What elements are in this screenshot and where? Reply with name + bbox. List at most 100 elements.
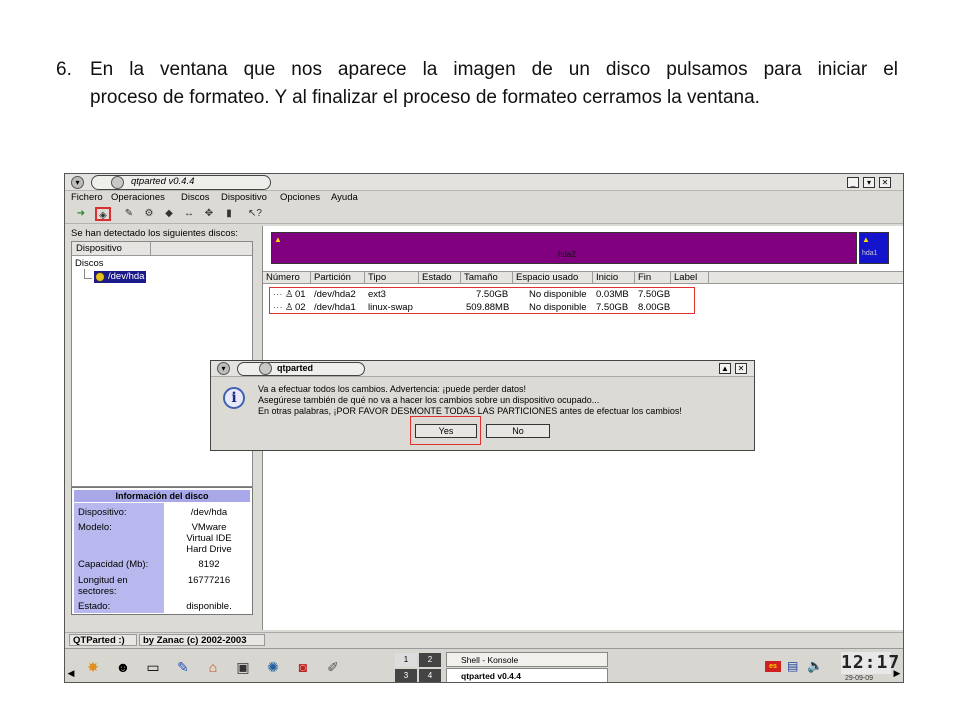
penguin-icon: ♙: [285, 289, 294, 300]
commit-icon[interactable]: ➜: [73, 207, 89, 221]
yes-button[interactable]: Yes: [415, 424, 477, 438]
instruction-text: 6. En la ventana que nos aparece la image…: [56, 56, 898, 112]
tree-header-separator: [150, 242, 151, 256]
tree-header-dispositivo[interactable]: Dispositivo: [76, 243, 122, 254]
info-value-longitud: 16777216: [187, 575, 231, 586]
pager-desktop-3[interactable]: 3: [395, 669, 417, 682]
pager-desktop-1[interactable]: 1: [395, 653, 417, 667]
statusbar: QTParted :) by Zanac (c) 2002-2003: [65, 632, 903, 646]
dialog-menu-icon[interactable]: ▾: [217, 362, 230, 375]
dialog-close-icon[interactable]: ✕: [735, 363, 747, 374]
col-tamano[interactable]: Tamaño: [461, 272, 513, 284]
tree-header: Dispositivo: [72, 242, 252, 256]
resize-icon[interactable]: ↔: [181, 207, 197, 221]
qtparted-app-icon: [259, 362, 272, 375]
cell-size: 7.50GB: [476, 289, 509, 300]
cell-size: 509.88MB: [466, 302, 510, 313]
cell-used: No disponible: [529, 289, 587, 300]
cell-start: 7.50GB: [596, 302, 629, 313]
kde-menu-icon[interactable]: ✸: [81, 655, 105, 679]
penguin-icon: ▲: [274, 235, 282, 244]
partition-bar-label-hda2: hda2: [558, 250, 576, 259]
menu-ayuda[interactable]: Ayuda: [331, 192, 358, 203]
col-numero[interactable]: Número: [263, 272, 311, 284]
info-label-dispositivo: Dispositivo:: [78, 507, 127, 518]
dialog-title: qtparted: [277, 363, 313, 373]
cell-type: linux-swap: [368, 302, 413, 313]
tux-icon[interactable]: ☻: [111, 655, 135, 679]
window-menu-icon[interactable]: ▾: [71, 176, 84, 189]
menu-discos[interactable]: Discos: [181, 192, 210, 203]
tree-root-discos[interactable]: Discos: [75, 258, 104, 269]
minimize-icon[interactable]: _: [847, 177, 859, 188]
clock[interactable]: 12:17: [841, 652, 899, 674]
menu-opciones[interactable]: Opciones: [280, 192, 320, 203]
terminal-icon[interactable]: ▣: [231, 655, 255, 679]
cell-end: 8.00GB: [638, 302, 671, 313]
col-label[interactable]: Label: [671, 272, 709, 284]
pager-desktop-4[interactable]: 4: [419, 669, 441, 682]
cell-num: 02: [295, 302, 306, 313]
menu-fichero[interactable]: Fichero: [71, 192, 103, 203]
browser-icon[interactable]: ✺: [261, 655, 285, 679]
col-particion[interactable]: Partición: [311, 272, 365, 284]
partition-bar-label-hda1: hda1: [862, 250, 878, 257]
system-tray: es ▤ 🔈: [765, 657, 845, 677]
task-qtparted[interactable]: qtparted v0.4.4: [446, 668, 608, 682]
format-disk-icon[interactable]: ◈: [95, 207, 111, 221]
scroll-left-icon[interactable]: ◀: [67, 661, 75, 682]
info-label-estado: Estado:: [78, 601, 111, 612]
editor-icon[interactable]: ✎: [171, 655, 195, 679]
dialog-maximize-icon[interactable]: ▲: [719, 363, 731, 374]
klipper-icon[interactable]: ▤: [787, 659, 798, 673]
menu-operaciones[interactable]: Operaciones: [111, 192, 165, 203]
scroll-right-icon[interactable]: ▶: [893, 661, 901, 682]
window-titlebar: ▾ qtparted v0.4.4 _ ▾ ✕: [65, 174, 903, 191]
erase-icon[interactable]: ◆: [161, 207, 177, 221]
col-fin[interactable]: Fin: [635, 272, 671, 284]
pen-icon[interactable]: ✐: [321, 655, 345, 679]
menu-dispositivo[interactable]: Dispositivo: [221, 192, 267, 203]
cell-part: /dev/hda1: [314, 302, 356, 313]
instruction-line-1: 6. En la ventana que nos aparece la image…: [56, 56, 898, 84]
instruction-line-2: proceso de formateo. Y al finalizar el p…: [90, 87, 760, 108]
home-icon[interactable]: ⌂: [201, 655, 225, 679]
pager-desktop-2[interactable]: 2: [419, 653, 441, 667]
info-icon: i: [223, 387, 245, 409]
qtparted-app-icon: [111, 176, 124, 189]
no-button[interactable]: No: [486, 424, 550, 438]
clock-date: 29-09-09: [845, 675, 874, 682]
col-espacio-usado[interactable]: Espacio usado: [513, 272, 593, 284]
cell-used: No disponible: [529, 302, 587, 313]
col-estado[interactable]: Estado: [419, 272, 461, 284]
move-icon[interactable]: ✥: [201, 207, 217, 221]
cell-type: ext3: [368, 289, 386, 300]
trash-icon[interactable]: ▮: [221, 207, 237, 221]
col-tipo[interactable]: Tipo: [365, 272, 419, 284]
status-app-name: QTParted :): [69, 634, 137, 646]
desktop-icon[interactable]: ▭: [141, 655, 165, 679]
task-konsole[interactable]: Shell - Konsole: [446, 652, 608, 667]
kde-taskbar: ◀ ✸ ☻ ▭ ✎ ⌂ ▣ ✺ ◙ ✐ 1 2 3 4 Shell - Kons…: [65, 648, 903, 682]
language-flag[interactable]: es: [765, 661, 781, 672]
disk-info-panel: Información del disco Dispositivo: /dev/…: [71, 487, 253, 615]
partition-bar-hda1[interactable]: ▲ hda1: [859, 232, 889, 264]
dialog-message-2: Asegúrese también de qué no va a hacer l…: [258, 395, 600, 405]
app-icon[interactable]: ◙: [291, 655, 315, 679]
info-label-capacidad: Capacidad (Mb):: [78, 559, 149, 570]
penguin-icon: ♙: [285, 302, 294, 313]
menubar: Fichero Operaciones Discos Dispositivo O…: [65, 191, 903, 204]
cell-start: 0.03MB: [596, 289, 629, 300]
qtparted-screenshot: ▾ qtparted v0.4.4 _ ▾ ✕ Fichero Operacio…: [64, 173, 904, 683]
partition-bar-hda2[interactable]: ▲ hda2: [271, 232, 857, 264]
wrench-icon[interactable]: ✎: [121, 207, 137, 221]
tree-branch-line: [84, 269, 92, 279]
tree-node-dev-hda[interactable]: /dev/hda: [94, 271, 147, 283]
col-inicio[interactable]: Inicio: [593, 272, 635, 284]
close-icon[interactable]: ✕: [879, 177, 891, 188]
maximize-icon[interactable]: ▾: [863, 177, 875, 188]
properties-icon[interactable]: ⚙: [141, 207, 157, 221]
toolbar: ➜ ◈ ✎ ⚙ ◆ ↔ ✥ ▮ ↖?: [65, 204, 903, 224]
whats-this-icon[interactable]: ↖?: [247, 207, 263, 221]
volume-icon[interactable]: 🔈: [807, 658, 823, 674]
